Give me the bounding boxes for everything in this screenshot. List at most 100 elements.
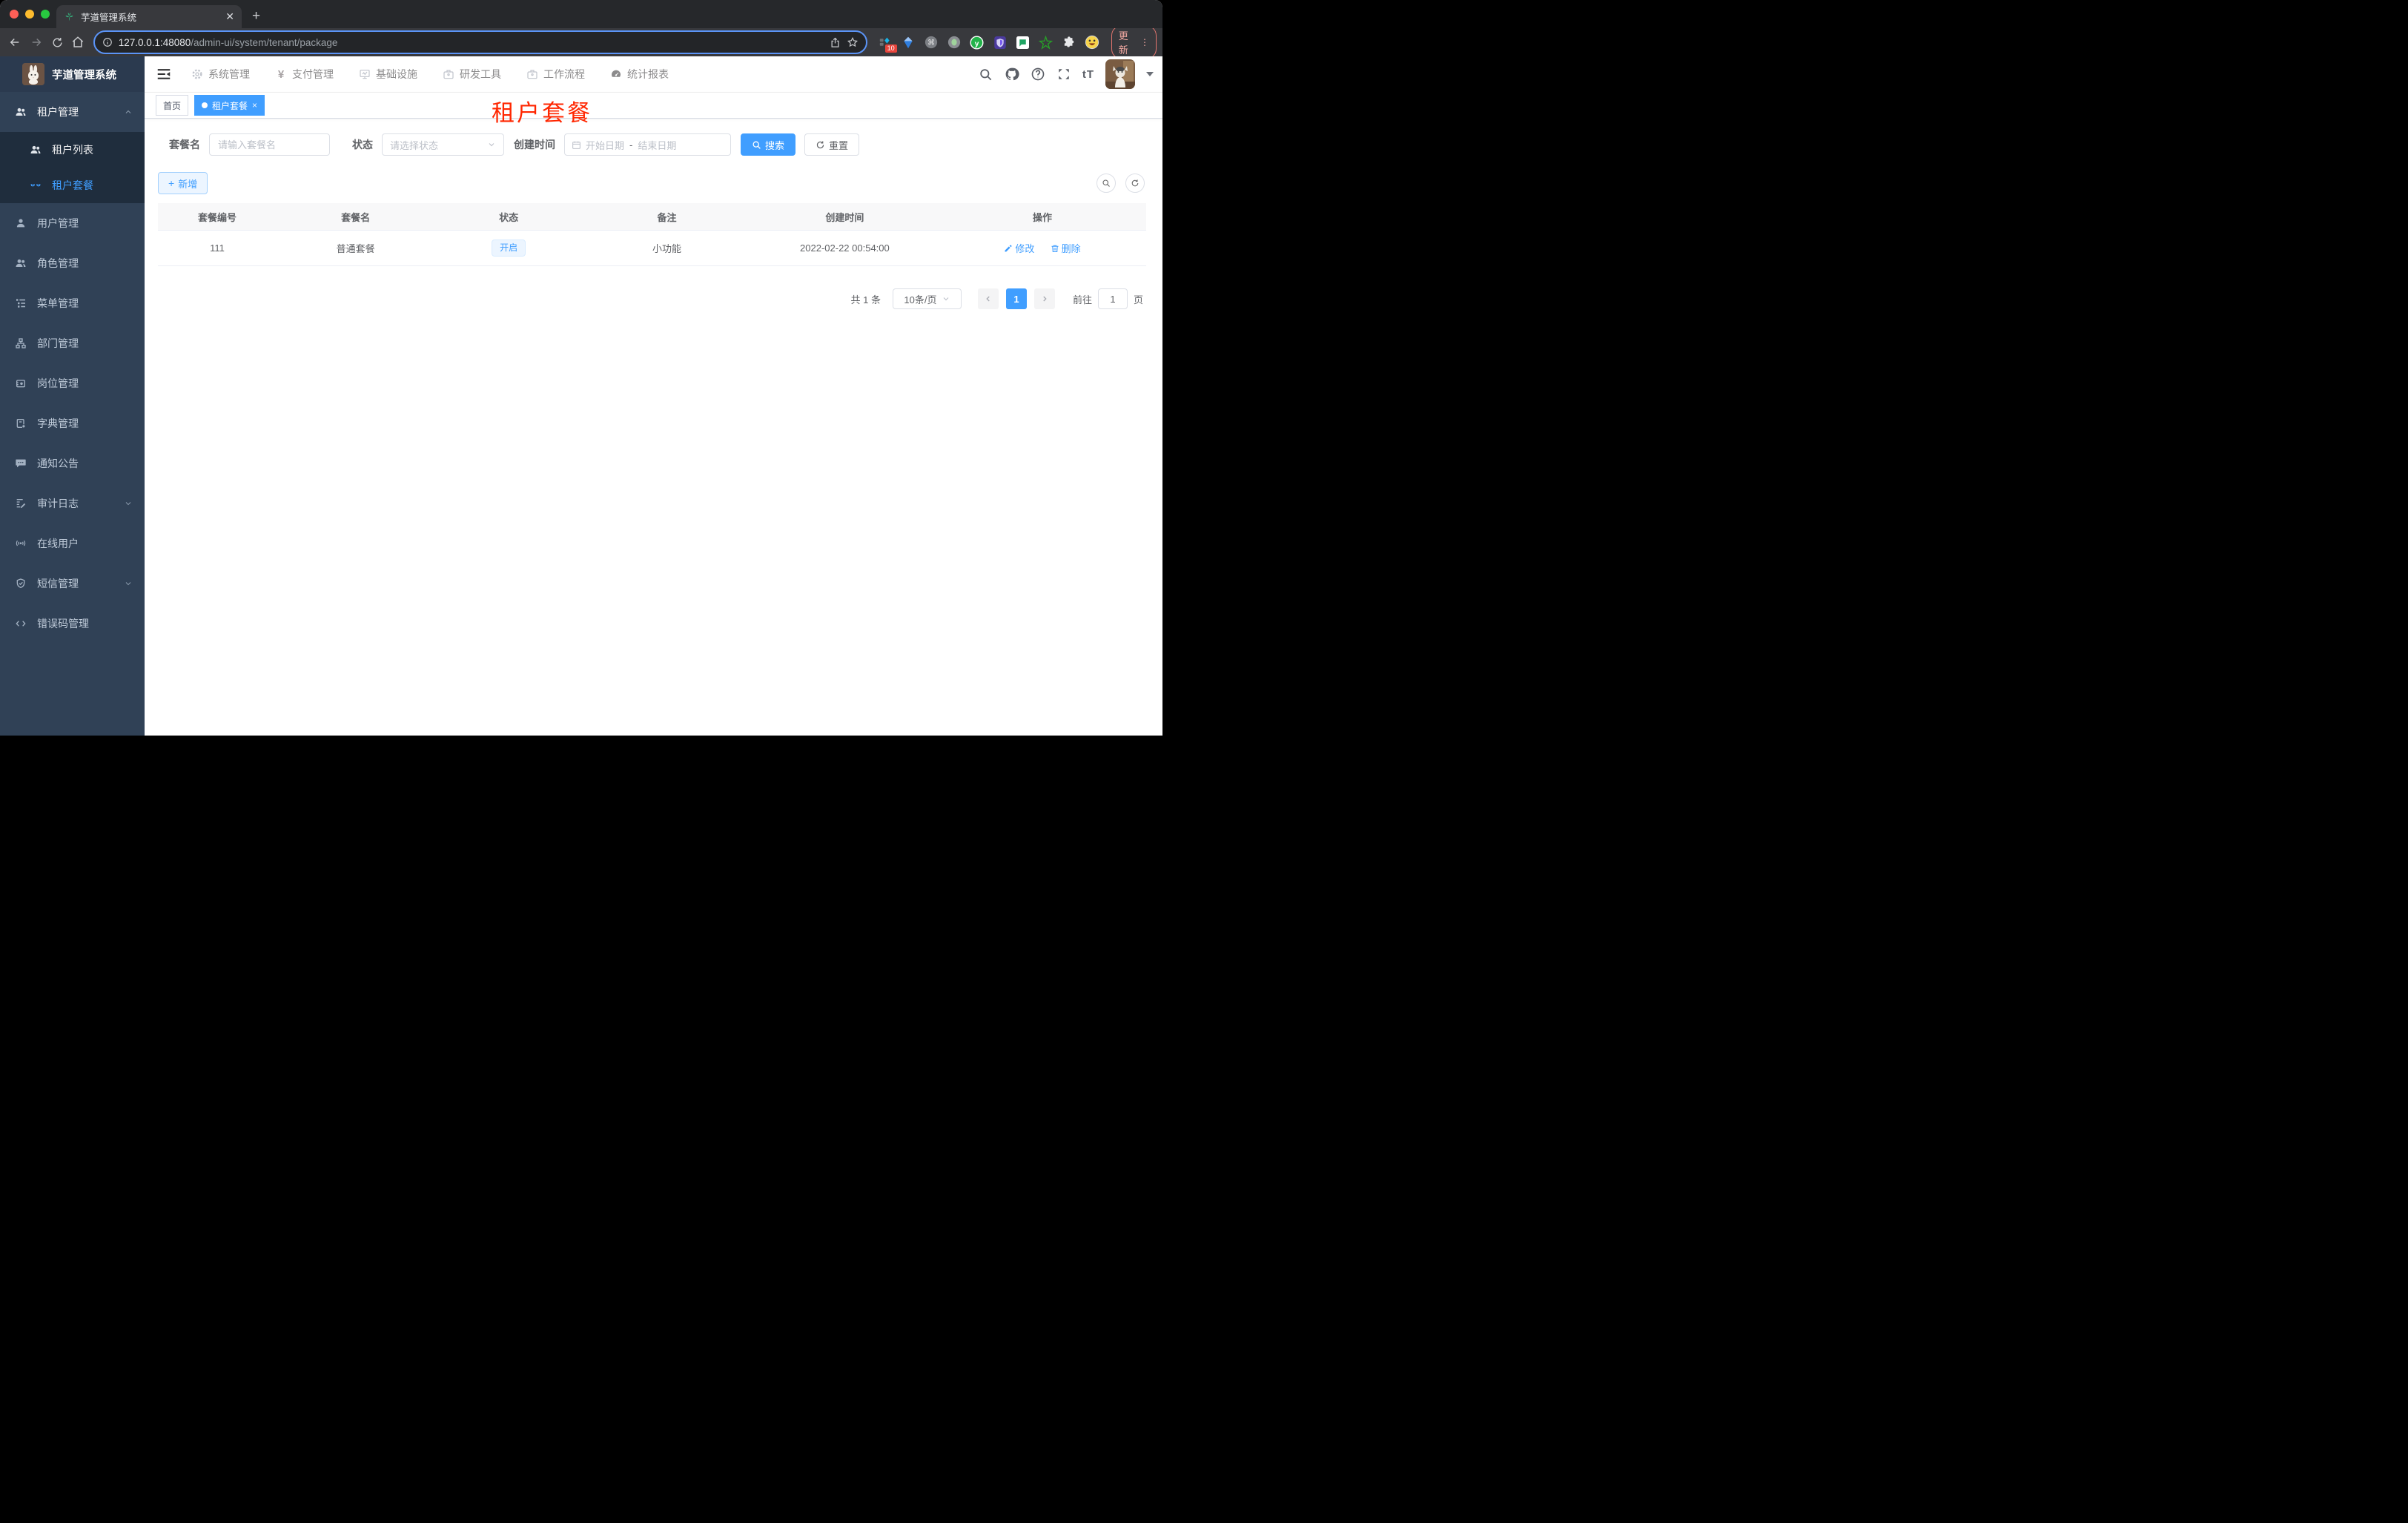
url-bar[interactable]: 127.0.0.1:48080/admin-ui/system/tenant/p… [93, 30, 867, 54]
tag-close-icon[interactable]: × [252, 100, 257, 110]
cell-actions: 修改 删除 [939, 241, 1146, 255]
chevron-up-icon [124, 108, 133, 116]
extensions-puzzle-icon[interactable] [1062, 35, 1076, 50]
navbar-right: tT [979, 59, 1162, 89]
bookmark-star-icon[interactable] [847, 36, 859, 48]
site-info-icon[interactable] [102, 37, 113, 47]
extension-diamond-icon[interactable]: 10 [878, 35, 897, 53]
extension-command-icon[interactable]: ⌘ [924, 35, 939, 50]
help-icon[interactable] [1031, 67, 1045, 82]
date-range-picker[interactable]: 开始日期 - 结束日期 [564, 133, 731, 156]
briefcase-icon [443, 68, 454, 80]
sidebar-item-audit-log[interactable]: 审计日志 [0, 483, 145, 523]
sidebar-item-error-code[interactable]: 错误码管理 [0, 604, 145, 644]
refresh-table-button[interactable] [1125, 174, 1145, 193]
start-date-placeholder[interactable]: 开始日期 [586, 138, 624, 152]
add-button[interactable]: + 新增 [158, 172, 208, 194]
new-tab-button[interactable]: + [252, 8, 260, 24]
sidebar: 芋道管理系统 租户管理 租户列表 租户套餐 用户管理 角色管理 菜单管理 部门管… [0, 56, 145, 736]
back-icon[interactable] [6, 33, 24, 52]
sidebar-item-online-users[interactable]: 在线用户 [0, 523, 145, 564]
menu-fold-icon[interactable] [156, 66, 172, 82]
svg-text:y: y [975, 39, 979, 47]
cell-created: 2022-02-22 00:54:00 [800, 242, 890, 254]
extension-gem-icon[interactable] [901, 35, 916, 50]
search-button[interactable]: 搜索 [741, 133, 796, 156]
delete-button[interactable]: 删除 [1051, 241, 1081, 255]
sidebar-item-tenant-list[interactable]: 租户列表 [0, 132, 145, 168]
share-icon[interactable] [830, 37, 841, 48]
minimize-window-button[interactable] [25, 10, 34, 19]
app-root: 芋道管理系统 租户管理 租户列表 租户套餐 用户管理 角色管理 菜单管理 部门管… [0, 56, 1162, 736]
user-avatar[interactable] [1105, 59, 1135, 89]
sidebar-item-tenant-package[interactable]: 租户套餐 [0, 168, 145, 203]
toggle-search-button[interactable] [1096, 174, 1116, 193]
next-page-button[interactable] [1033, 288, 1055, 309]
sidebar-logo[interactable]: 芋道管理系统 [0, 56, 145, 92]
avatar-caret-icon[interactable] [1146, 72, 1154, 76]
forward-icon[interactable] [27, 33, 44, 52]
extension-chat-icon[interactable] [1016, 35, 1031, 50]
sidebar-submenu-tenant: 租户列表 租户套餐 [0, 132, 145, 203]
tag-home[interactable]: 首页 [156, 95, 189, 116]
sidebar-item-dict-mgmt[interactable]: 字典管理 [0, 403, 145, 443]
reload-icon[interactable] [48, 33, 66, 52]
home-icon[interactable] [69, 33, 87, 52]
package-name-input[interactable] [209, 133, 330, 156]
topnav-item-pay[interactable]: ¥ 支付管理 [266, 56, 343, 92]
tag-tenant-package[interactable]: 租户套餐 × [194, 95, 265, 116]
prev-page-button[interactable] [977, 288, 999, 309]
total-count: 共 1 条 [850, 294, 881, 305]
table-header: 套餐编号 套餐名 状态 备注 创建时间 操作 [158, 203, 1146, 231]
extension-star-icon[interactable] [1039, 35, 1054, 50]
topnav-item-system[interactable]: 系统管理 [182, 56, 259, 92]
search-icon[interactable] [979, 67, 993, 82]
name-label: 套餐名 [169, 139, 200, 151]
topnav-item-devtool[interactable]: 研发工具 [434, 56, 510, 92]
menu-tree-icon [15, 297, 27, 309]
extension-y-icon[interactable]: y [970, 35, 985, 50]
tags-bar: 首页 租户套餐 × [145, 93, 1162, 119]
topnav-item-workflow[interactable]: 工作流程 [517, 56, 594, 92]
close-window-button[interactable] [10, 10, 19, 19]
sidebar-item-post-mgmt[interactable]: 岗位管理 [0, 363, 145, 403]
col-header-status: 状态 [499, 211, 519, 223]
page-size-select[interactable]: 10条/页 [892, 288, 962, 309]
users-icon [30, 144, 42, 156]
sidebar-item-menu-mgmt[interactable]: 菜单管理 [0, 283, 145, 323]
tab-title: 芋道管理系统 [81, 13, 137, 23]
browser-tabstrip: 芋道管理系统 ✕ + [0, 0, 1162, 28]
chrome-menu-icon[interactable]: ⋮ [1140, 37, 1149, 47]
topnav-item-infra[interactable]: 基础设施 [350, 56, 426, 92]
sidebar-item-notice[interactable]: 通知公告 [0, 443, 145, 483]
goto-page-input[interactable] [1097, 288, 1128, 309]
topnav-item-report[interactable]: 统计报表 [601, 56, 678, 92]
font-size-icon[interactable]: tT [1082, 68, 1094, 81]
gear-icon [191, 68, 203, 80]
status-select[interactable]: 请选择状态 [382, 133, 504, 156]
extension-shield-icon[interactable] [993, 35, 1008, 50]
url-host: 127.0.0.1:48080 [118, 36, 191, 48]
sidebar-item-tenant-group[interactable]: 租户管理 [0, 92, 145, 132]
chrome-update-button[interactable]: 更新 ⋮ [1111, 25, 1157, 59]
browser-tab[interactable]: 芋道管理系统 ✕ [56, 5, 242, 28]
sidebar-item-role-mgmt[interactable]: 角色管理 [0, 243, 145, 283]
log-icon [15, 498, 27, 509]
end-date-placeholder[interactable]: 结束日期 [638, 138, 676, 152]
current-page-button[interactable]: 1 [1005, 288, 1027, 309]
fullscreen-icon[interactable] [1056, 67, 1071, 82]
status-badge[interactable]: 开启 [492, 239, 526, 257]
reset-button[interactable]: 重置 [804, 133, 860, 156]
org-icon [15, 337, 27, 349]
tab-close-icon[interactable]: ✕ [225, 10, 234, 23]
github-icon[interactable] [1005, 67, 1019, 82]
zoom-window-button[interactable] [41, 10, 50, 19]
sidebar-item-user-mgmt[interactable]: 用户管理 [0, 203, 145, 243]
refresh-icon [816, 140, 825, 150]
sidebar-item-sms-mgmt[interactable]: 短信管理 [0, 564, 145, 604]
profile-smiley-avatar[interactable] [1085, 35, 1099, 50]
page-title: 租户套餐 [492, 100, 592, 126]
sidebar-item-dept-mgmt[interactable]: 部门管理 [0, 323, 145, 363]
edit-button[interactable]: 修改 [1004, 241, 1034, 255]
extension-dot-icon[interactable] [947, 35, 962, 50]
